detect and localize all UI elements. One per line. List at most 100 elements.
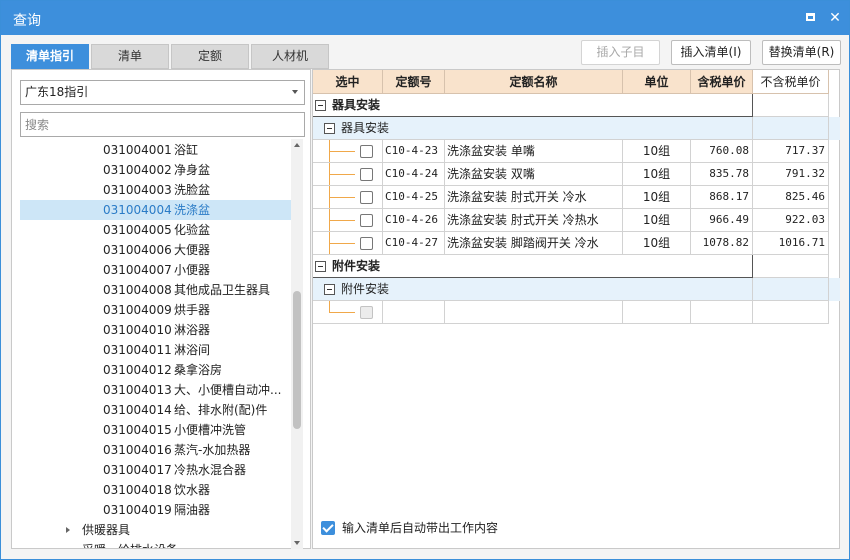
col-header-price-notax[interactable]: 不含税单价 [753,70,829,94]
select-cell [313,186,383,209]
quota-row[interactable]: C10-4-24 洗涤盆安装 双嘴 10组 835.78 791.32 [313,163,840,186]
select-cell [313,209,383,232]
quota-unit: 10组 [623,186,691,209]
quota-code: C10-4-25 [383,186,445,209]
close-icon[interactable]: ✕ [827,10,843,26]
tree-item-code: 031004010 [103,323,172,337]
col-header-select[interactable]: 选中 [313,70,383,94]
tree-item[interactable]: 031004003 洗脸盆 [20,180,292,200]
tab-materials[interactable]: 人材机 [251,44,329,69]
tree-group-heating[interactable]: 供暖器具 [20,520,292,540]
tree-item[interactable]: 031004019 隔油器 [20,500,292,520]
tree-item[interactable]: 031004009 烘手器 [20,300,292,320]
tree-item-name: 净身盆 [174,163,211,177]
query-dialog: 查询 ✕ 清单指引 清单 定额 人材机 插入子目 插入清单(I) 替换清单(R)… [0,0,850,560]
tree-item-code: 031004003 [103,183,172,197]
quota-price-notax: 922.03 [753,209,829,232]
quota-price-notax: 717.37 [753,140,829,163]
tree-item[interactable]: 031004008 其他成品卫生器具 [20,280,292,300]
group-label: 器具安装 [332,98,381,112]
tree-item[interactable]: 031004013 大、小便槽自动冲... [20,380,292,400]
quota-unit: 10组 [623,140,691,163]
tree-item[interactable]: 031004017 冷热水混合器 [20,460,292,480]
tree-item-code: 031004012 [103,363,172,377]
tree-item-name: 大、小便槽自动冲... [174,383,282,397]
tree-group-label: 采暖、给排水设备 [82,540,178,548]
tree-item-code: 031004002 [103,163,172,177]
tree-item-code: 031004014 [103,403,172,417]
tree-item[interactable]: 031004004 洗涤盆 [20,200,292,220]
scroll-down-icon[interactable] [294,541,300,545]
quota-unit: 10组 [623,209,691,232]
tree-item-code: 031004001 [103,143,172,157]
row-checkbox[interactable] [360,145,373,158]
tree-item-code: 031004018 [103,483,172,497]
tree-item[interactable]: 031004006 大便器 [20,240,292,260]
tree-item-code: 031004011 [103,343,172,357]
group-cell: 附件安装 [313,255,753,278]
expand-arrow-icon[interactable] [66,527,70,533]
tree-scrollbar[interactable] [291,139,303,549]
tree-group-partial[interactable]: 采暖、给排水设备 [20,540,292,548]
tree-item[interactable]: 031004007 小便器 [20,260,292,280]
scroll-thumb[interactable] [293,291,301,429]
group-row-fixture-install: 器具安装 [313,94,840,117]
tree-item-code: 031004015 [103,423,172,437]
col-header-price-tax[interactable]: 含税单价 [691,70,753,94]
maximize-icon[interactable] [803,10,819,26]
tree-item-name: 隔油器 [174,503,211,517]
quota-row[interactable]: C10-4-23 洗涤盆安装 单嘴 10组 760.08 717.37 [313,140,840,163]
row-checkbox[interactable] [360,237,373,250]
quota-price-tax: 1078.82 [691,232,753,255]
col-header-name[interactable]: 定额名称 [445,70,623,94]
guide-dropdown[interactable]: 广东18指引 [20,80,305,105]
tree-item-name: 浴缸 [174,143,199,157]
tree-item[interactable]: 031004016 蒸汽-水加热器 [20,440,292,460]
tree-item[interactable]: 031004011 淋浴间 [20,340,292,360]
tree-item-code: 031004008 [103,283,172,297]
row-checkbox[interactable] [360,191,373,204]
collapse-icon[interactable] [315,261,326,272]
collapse-icon[interactable] [324,123,335,134]
quota-code: C10-4-24 [383,163,445,186]
empty-cell [691,301,753,324]
group-cell: 器具安装 [313,94,753,117]
collapse-icon[interactable] [315,100,326,111]
quota-code: C10-4-27 [383,232,445,255]
quota-grid-panel: 选中 定额号 定额名称 单位 含税单价 不含税单价 器具安装 器具安装 C10-4-… [312,69,840,549]
tree-item[interactable]: 031004005 化验盆 [20,220,292,240]
col-header-unit[interactable]: 单位 [623,70,691,94]
tree-item[interactable]: 031004014 给、排水附(配)件 [20,400,292,420]
row-checkbox[interactable] [360,168,373,181]
tree-item[interactable]: 031004012 桑拿浴房 [20,360,292,380]
auto-content-checkbox[interactable] [321,521,335,535]
tab-list[interactable]: 清单 [91,44,169,69]
empty-cell [623,301,691,324]
tree-item-name: 小便槽冲洗管 [174,423,247,437]
group-empty-cell [753,255,829,278]
tree-item-code: 031004016 [103,443,172,457]
insert-list-button[interactable]: 插入清单(I) [671,40,751,65]
collapse-icon[interactable] [324,284,335,295]
search-input[interactable] [20,112,305,137]
row-checkbox[interactable] [360,214,373,227]
tree-item[interactable]: 031004015 小便槽冲洗管 [20,420,292,440]
tab-quota[interactable]: 定额 [171,44,249,69]
scroll-up-icon[interactable] [294,143,300,147]
tab-list-guide[interactable]: 清单指引 [11,44,89,69]
subgroup-empty-cell [753,117,829,140]
tree-item[interactable]: 031004001 浴缸 [20,140,292,160]
insert-child-button[interactable]: 插入子目 [581,40,660,65]
tree-item[interactable]: 031004002 净身盆 [20,160,292,180]
quota-price-tax: 760.08 [691,140,753,163]
replace-list-button[interactable]: 替换清单(R) [762,40,841,65]
chevron-down-icon [292,90,298,94]
tree-item-name: 桑拿浴房 [174,363,223,377]
tree-item[interactable]: 031004018 饮水器 [20,480,292,500]
quota-row[interactable]: C10-4-25 洗涤盆安装 肘式开关 冷水 10组 868.17 825.46 [313,186,840,209]
tree-item[interactable]: 031004010 淋浴器 [20,320,292,340]
quota-row[interactable]: C10-4-27 洗涤盆安装 脚踏阀开关 冷水 10组 1078.82 1016.71 [313,232,840,255]
col-header-code[interactable]: 定额号 [383,70,445,94]
quota-code: C10-4-23 [383,140,445,163]
quota-row[interactable]: C10-4-26 洗涤盆安装 肘式开关 冷热水 10组 966.49 922.03 [313,209,840,232]
